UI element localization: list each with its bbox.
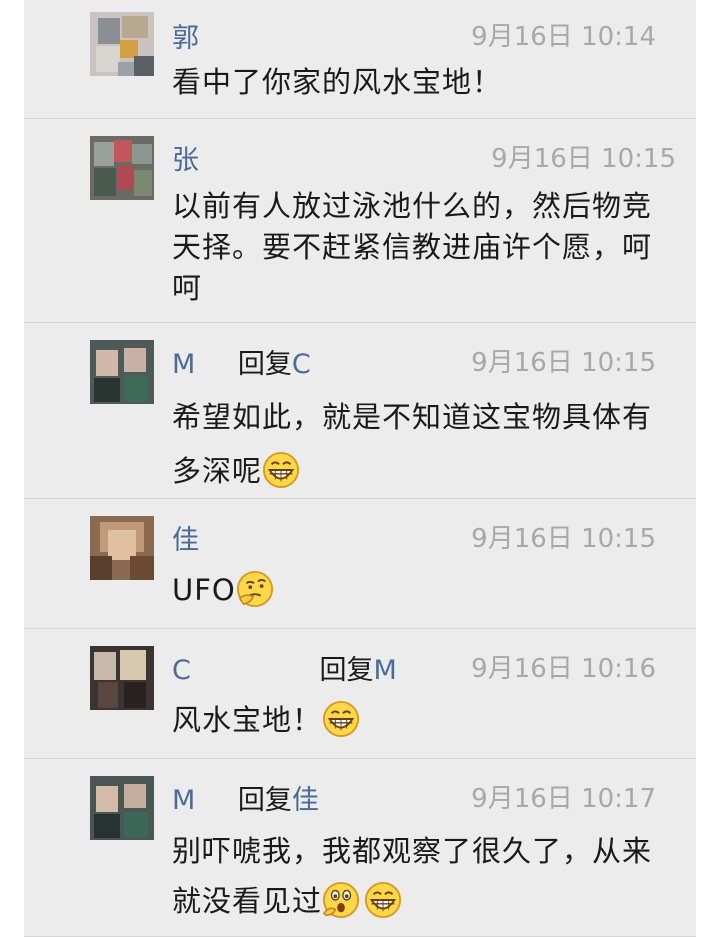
avatar[interactable]	[90, 516, 154, 580]
comment-text: 看中了你家的风水宝地！	[172, 65, 503, 99]
comment-author[interactable]: 张	[172, 138, 199, 177]
avatar[interactable]	[90, 136, 154, 200]
comment-time: 9月16日 10:17	[471, 784, 656, 814]
author-name[interactable]: M	[172, 785, 195, 816]
comment-item: C 回复M 9月16日 10:16 风水宝地！	[24, 628, 696, 759]
author-name[interactable]: 张	[172, 145, 199, 176]
comment-list: 郭 9月16日 10:14 看中了你家的风水宝地！ 张 9月16日 10:15 …	[24, 0, 696, 937]
comment-text: 以前有人放过泳池什么的，然后物竞天择。要不赶紧信教进庙许个愿，呵呵	[172, 189, 653, 305]
comment-author[interactable]: C 回复M	[172, 648, 397, 687]
avatar[interactable]	[90, 776, 154, 840]
comment-text-content: 希望如此，就是不知道这宝物具体有多深呢	[172, 400, 653, 488]
comment-author[interactable]: 佳	[172, 518, 199, 557]
comment-item: M 回复C 9月16日 10:15 希望如此，就是不知道这宝物具体有多深呢	[24, 322, 696, 499]
comment-time: 9月16日 10:15	[491, 144, 676, 174]
comment-time: 9月16日 10:16	[471, 654, 656, 684]
thinking-emoji	[236, 570, 273, 608]
comment-text: UFO	[172, 570, 672, 611]
comment-time: 9月16日 10:14	[471, 22, 656, 52]
comment-item: 佳 9月16日 10:15 UFO	[24, 498, 696, 629]
reply-target[interactable]: 佳	[292, 785, 319, 816]
reply-label: 回复	[237, 785, 292, 816]
comment-text: 别吓唬我，我都观察了很久了，从来就没看见过	[172, 826, 672, 926]
comment-text: 风水宝地！	[172, 700, 672, 741]
comment-author[interactable]: M 回复佳	[172, 778, 319, 817]
author-name[interactable]: M	[172, 349, 195, 380]
reply-target[interactable]: C	[292, 349, 311, 380]
reply-label: 回复	[237, 349, 292, 380]
comment-time: 9月16日 10:15	[471, 524, 656, 554]
comment-text-content: UFO	[172, 573, 236, 607]
comment-item: 郭 9月16日 10:14 看中了你家的风水宝地！	[24, 0, 696, 119]
avatar[interactable]	[90, 340, 154, 404]
author-name[interactable]: 郭	[172, 23, 199, 54]
comment-time: 9月16日 10:15	[471, 348, 656, 378]
surprised-emoji	[322, 881, 360, 919]
avatar[interactable]	[90, 646, 154, 710]
comment-text-content: 风水宝地！	[172, 703, 323, 737]
grin-emoji	[322, 700, 360, 738]
comment-author[interactable]: M 回复C	[172, 342, 311, 381]
avatar[interactable]	[90, 12, 154, 76]
comment-item: M 回复佳 9月16日 10:17 别吓唬我，我都观察了很久了，从来就没看见过	[24, 758, 696, 937]
reply-label: 回复	[319, 655, 374, 686]
grin-emoji	[262, 451, 300, 489]
comment-text-content: 别吓唬我，我都观察了很久了，从来就没看见过	[172, 834, 653, 918]
grin-emoji	[364, 881, 402, 919]
author-name[interactable]: C	[172, 655, 191, 686]
comment-item: 张 9月16日 10:15 以前有人放过泳池什么的，然后物竞天择。要不赶紧信教进…	[24, 118, 696, 323]
author-name[interactable]: 佳	[172, 525, 199, 556]
reply-target[interactable]: M	[373, 655, 396, 686]
comment-author[interactable]: 郭	[172, 16, 199, 55]
comment-text: 希望如此，就是不知道这宝物具体有多深呢	[172, 390, 672, 498]
